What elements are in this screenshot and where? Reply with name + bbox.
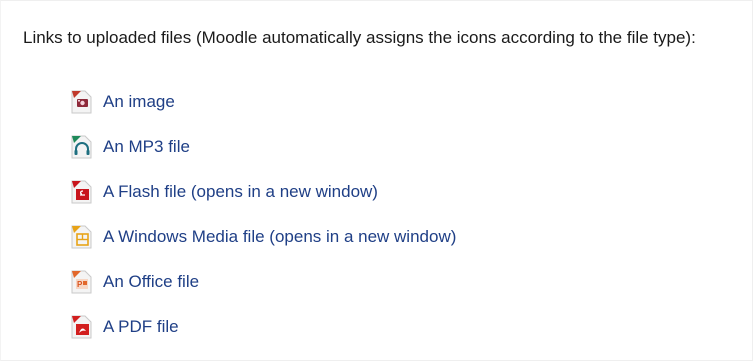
file-item-windows-media[interactable]: A Windows Media file (opens in a new win…: [69, 224, 456, 250]
file-item-pdf[interactable]: A PDF file: [69, 314, 456, 340]
svg-text:P: P: [77, 280, 83, 289]
image-file-icon: [69, 89, 93, 115]
content-panel: Links to uploaded files (Moodle automati…: [0, 0, 753, 361]
windows-media-file-icon: [69, 224, 93, 250]
file-item-office[interactable]: P An Office file: [69, 269, 456, 295]
file-link-list: An image An MP3 file A Flash file (opens…: [69, 89, 456, 359]
office-file-icon: P: [69, 269, 93, 295]
file-link-windows-media[interactable]: A Windows Media file (opens in a new win…: [103, 226, 456, 248]
file-item-flash[interactable]: A Flash file (opens in a new window): [69, 179, 456, 205]
file-item-mp3[interactable]: An MP3 file: [69, 134, 456, 160]
file-link-flash[interactable]: A Flash file (opens in a new window): [103, 181, 378, 203]
file-link-office[interactable]: An Office file: [103, 271, 199, 293]
file-item-image[interactable]: An image: [69, 89, 456, 115]
file-link-mp3[interactable]: An MP3 file: [103, 136, 190, 158]
file-link-image[interactable]: An image: [103, 91, 175, 113]
intro-text: Links to uploaded files (Moodle automati…: [23, 28, 696, 47]
file-link-pdf[interactable]: A PDF file: [103, 316, 179, 338]
flash-file-icon: [69, 179, 93, 205]
pdf-file-icon: [69, 314, 93, 340]
audio-file-icon: [69, 134, 93, 160]
